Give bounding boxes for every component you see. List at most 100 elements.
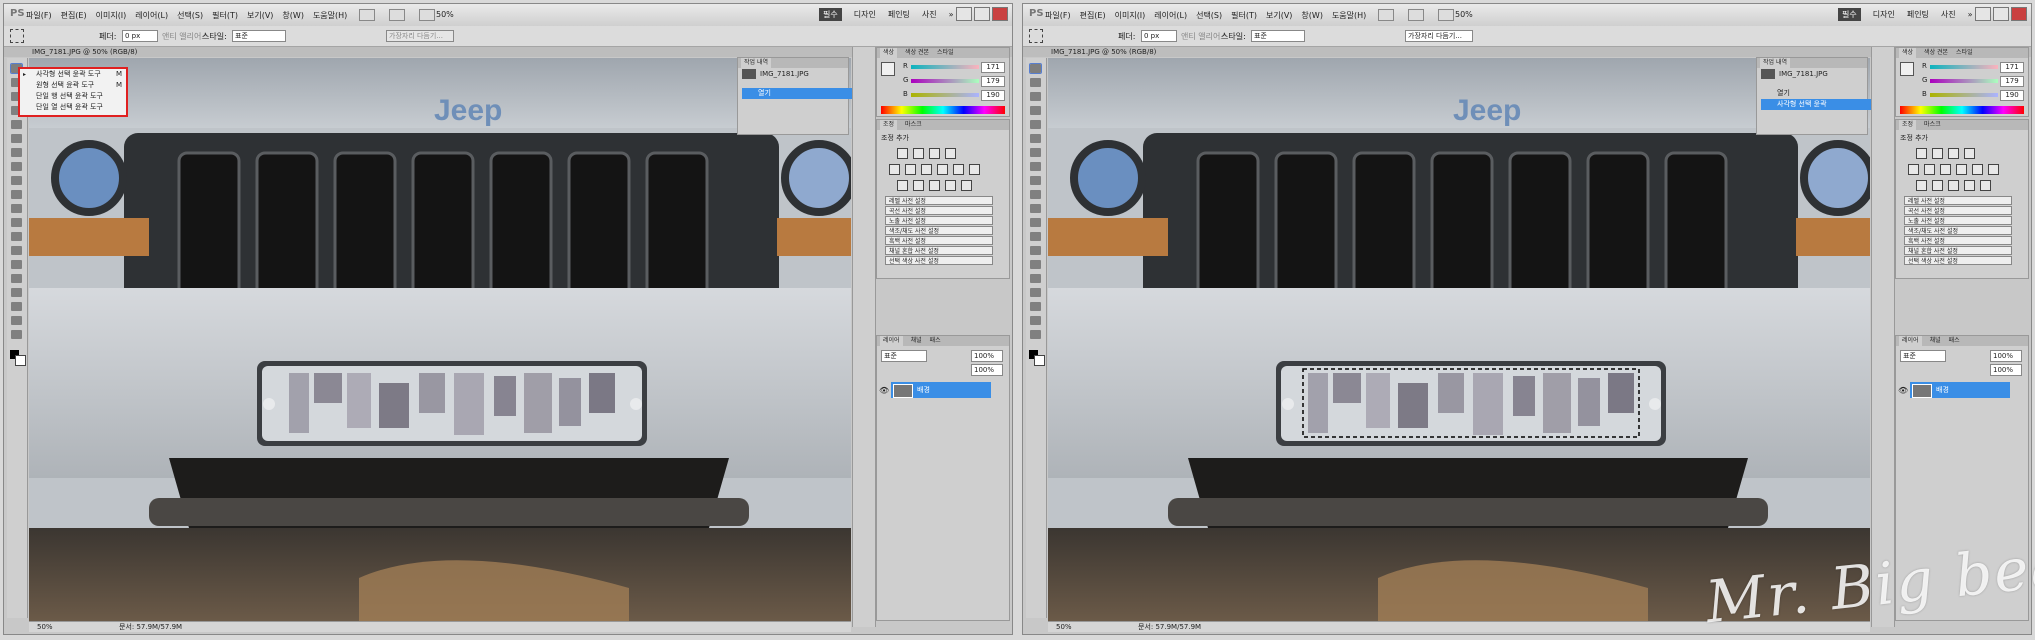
posterize-icon[interactable] (913, 180, 924, 191)
hand-tool-icon[interactable] (1030, 316, 1041, 325)
minimize-icon[interactable] (956, 7, 972, 21)
dodge-icon[interactable] (11, 232, 22, 241)
zoom-level-select[interactable]: 50% (436, 10, 454, 19)
channel-mixer-icon[interactable] (969, 164, 980, 175)
close-icon[interactable] (2011, 7, 2027, 21)
path-select-icon[interactable] (1030, 274, 1041, 283)
color-ramp[interactable] (1900, 106, 2024, 114)
r-value[interactable]: 171 (2000, 62, 2024, 73)
ellipse-marquee-option[interactable]: 원형 선택 윤곽 도구 M (20, 80, 126, 91)
style-select[interactable]: 표준 (1251, 30, 1305, 42)
preset-levels[interactable]: 레벨 사전 설정 (885, 196, 993, 205)
posterize-icon[interactable] (1932, 180, 1943, 191)
selective-color-icon[interactable] (1980, 180, 1991, 191)
preset-selective-color[interactable]: 선택 색상 사전 설정 (1904, 256, 2012, 265)
workspace-painting[interactable]: 페인팅 (888, 9, 910, 20)
history-brush-icon[interactable] (1030, 176, 1041, 185)
tab-paths[interactable]: 패스 (1949, 336, 1960, 346)
history-snapshot[interactable]: IMG_7181.JPG (1761, 66, 1881, 82)
menu-help[interactable]: 도움말(H) (1332, 10, 1366, 21)
hand-icon[interactable] (1438, 9, 1454, 21)
preset-exposure[interactable]: 노출 사전 설정 (885, 216, 993, 225)
curves-icon[interactable] (929, 148, 940, 159)
invert-icon[interactable] (1916, 180, 1927, 191)
r-slider[interactable] (911, 65, 979, 69)
tab-masks[interactable]: 마스크 (905, 120, 922, 130)
3d-rotate-icon[interactable] (11, 302, 22, 311)
menu-image[interactable]: 이미지(I) (1115, 10, 1146, 21)
tab-channels[interactable]: 채널 (1930, 336, 1941, 346)
g-value[interactable]: 179 (981, 76, 1005, 87)
history-brush-icon[interactable] (11, 176, 22, 185)
marquee-icon[interactable] (1029, 63, 1042, 74)
color-balance-icon[interactable] (1940, 164, 1951, 175)
preset-channel-mixer[interactable]: 채널 혼합 사전 설정 (885, 246, 993, 255)
gradient-map-icon[interactable] (1964, 180, 1975, 191)
marquee-tool-icon[interactable] (10, 29, 24, 43)
rect-marquee-option[interactable]: ▸ 사각형 선택 윤곽 도구 M (20, 69, 126, 80)
workspace-essentials[interactable]: 필수 (1838, 8, 1861, 21)
menu-window[interactable]: 창(W) (282, 10, 304, 21)
menu-filter[interactable]: 필터(T) (212, 10, 238, 21)
feather-input[interactable]: 0 px (1141, 30, 1177, 42)
tab-channels[interactable]: 채널 (911, 336, 922, 346)
opacity-input[interactable]: 100% (1990, 350, 2022, 362)
background-color-swatch[interactable] (1034, 355, 1045, 366)
eraser-icon[interactable] (1030, 190, 1041, 199)
preset-channel-mixer[interactable]: 채널 혼합 사전 설정 (1904, 246, 2012, 255)
pen-icon[interactable] (1030, 246, 1041, 255)
menu-select[interactable]: 선택(S) (177, 10, 203, 21)
crop-icon[interactable] (1030, 106, 1041, 115)
eyedropper-icon[interactable] (1030, 120, 1041, 129)
tab-paths[interactable]: 패스 (930, 336, 941, 346)
history-item-rect-marquee[interactable]: 사각형 선택 윤곽 (1761, 99, 1881, 110)
lasso-icon[interactable] (1030, 78, 1041, 87)
maximize-icon[interactable] (1993, 7, 2009, 21)
workspace-essentials[interactable]: 필수 (819, 8, 842, 21)
menu-window[interactable]: 창(W) (1301, 10, 1323, 21)
threshold-icon[interactable] (929, 180, 940, 191)
brush-icon[interactable] (11, 148, 22, 157)
preset-curves[interactable]: 곡선 사전 설정 (1904, 206, 2012, 215)
levels-icon[interactable] (1932, 148, 1943, 159)
refine-edge-button[interactable]: 가장자리 다듬기... (1405, 30, 1473, 42)
shape-icon[interactable] (1030, 288, 1041, 297)
preset-selective-color[interactable]: 선택 색상 사전 설정 (885, 256, 993, 265)
clone-stamp-icon[interactable] (11, 162, 22, 171)
vibrance-icon[interactable] (1908, 164, 1919, 175)
preset-levels[interactable]: 레벨 사전 설정 (1904, 196, 2012, 205)
bridge-icon[interactable] (359, 9, 375, 21)
menu-filter[interactable]: 필터(T) (1231, 10, 1257, 21)
g-slider[interactable] (911, 79, 979, 83)
hue-sat-icon[interactable] (1924, 164, 1935, 175)
3d-rotate-icon[interactable] (1030, 302, 1041, 311)
quick-select-icon[interactable] (1030, 92, 1041, 101)
preset-hue-saturation[interactable]: 색조/채도 사전 설정 (1904, 226, 2012, 235)
g-value[interactable]: 179 (2000, 76, 2024, 87)
tab-masks[interactable]: 마스크 (1924, 120, 1941, 130)
menu-layer[interactable]: 레이어(L) (135, 10, 168, 21)
healing-brush-icon[interactable] (11, 134, 22, 143)
bw-icon[interactable] (937, 164, 948, 175)
color-swatch[interactable] (881, 62, 895, 76)
minimize-icon[interactable] (1975, 7, 1991, 21)
history-snapshot[interactable]: IMG_7181.JPG (742, 66, 862, 82)
color-balance-icon[interactable] (921, 164, 932, 175)
bridge-icon[interactable] (1378, 9, 1394, 21)
healing-brush-icon[interactable] (1030, 134, 1041, 143)
menu-view[interactable]: 보기(V) (247, 10, 273, 21)
zoom-level-select[interactable]: 50% (1455, 10, 1473, 19)
b-value[interactable]: 190 (981, 90, 1005, 101)
tab-styles[interactable]: 스타일 (1956, 48, 1973, 58)
preset-curves[interactable]: 곡선 사전 설정 (885, 206, 993, 215)
invert-icon[interactable] (897, 180, 908, 191)
exposure-icon[interactable] (945, 148, 956, 159)
type-icon[interactable] (11, 260, 22, 269)
tab-styles[interactable]: 스타일 (937, 48, 954, 58)
workspace-photo[interactable]: 사진 (922, 9, 937, 20)
document-canvas[interactable]: Jeep (1048, 58, 1870, 621)
status-zoom[interactable]: 50% (37, 622, 53, 632)
feather-input[interactable]: 0 px (122, 30, 158, 42)
blur-icon[interactable] (11, 218, 22, 227)
workspace-more[interactable]: » (1968, 10, 1973, 19)
